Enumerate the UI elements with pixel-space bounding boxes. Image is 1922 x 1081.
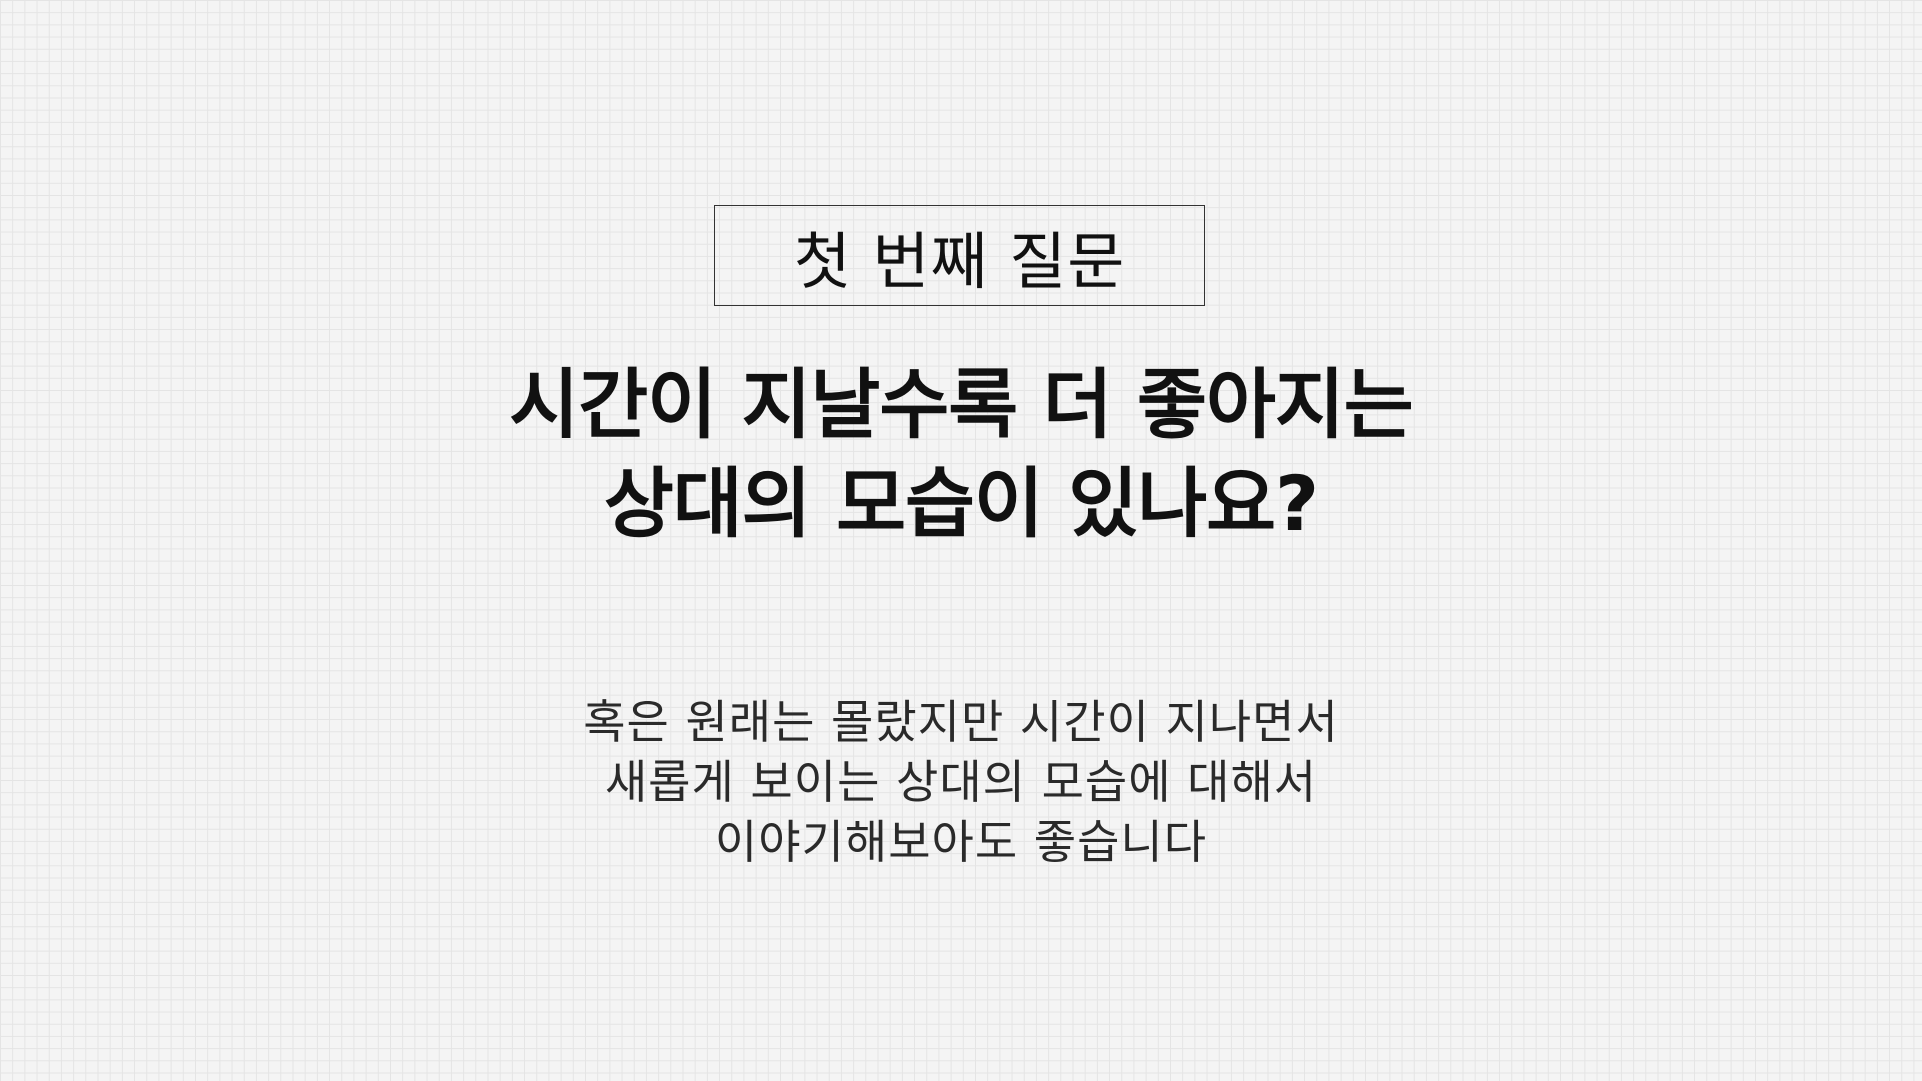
description-line-2: 새롭게 보이는 상대의 모습에 대해서 xyxy=(604,755,1318,809)
description-line-1: 혹은 원래는 몰랐지만 시간이 지나면서 xyxy=(583,695,1339,749)
question-line-1: 시간이 지날수록 더 좋아지는 xyxy=(509,360,1413,449)
question-description: 혹은 원래는 몰랐지만 시간이 지나면서 새롭게 보이는 상대의 모습에 대해서… xyxy=(0,692,1922,872)
description-line-3: 이야기해보아도 좋습니다 xyxy=(714,815,1208,869)
question-heading: 시간이 지날수록 더 좋아지는 상대의 모습이 있나요? xyxy=(0,355,1922,553)
question-number-label: 첫 번째 질문 xyxy=(714,205,1205,306)
slide: 첫 번째 질문 시간이 지날수록 더 좋아지는 상대의 모습이 있나요? 혹은 … xyxy=(0,0,1922,1081)
question-line-2: 상대의 모습이 있나요? xyxy=(603,459,1319,548)
